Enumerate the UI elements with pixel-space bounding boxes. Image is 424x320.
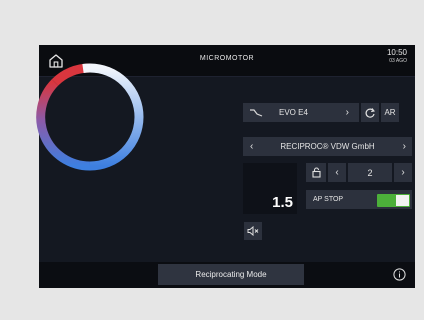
rotation-button[interactable] bbox=[361, 103, 379, 122]
speed-value: 1.5 bbox=[272, 194, 293, 211]
step-value-text: 2 bbox=[367, 167, 373, 178]
mode-button[interactable]: Reciprocating Mode bbox=[158, 264, 304, 285]
speed-gauge bbox=[36, 63, 144, 171]
step-decrement-button[interactable]: ‹ bbox=[328, 163, 346, 182]
lock-icon bbox=[311, 167, 321, 178]
chevron-left-icon: ‹ bbox=[335, 167, 339, 178]
ar-label: AR bbox=[384, 108, 396, 117]
rotation-icon bbox=[365, 107, 375, 118]
lock-button[interactable] bbox=[306, 163, 326, 182]
sound-button[interactable] bbox=[244, 222, 262, 240]
clock-time: 10:50 bbox=[386, 48, 407, 57]
ap-stop-label: AP STOP bbox=[313, 196, 344, 203]
gauge-arc-right bbox=[89, 63, 144, 171]
chevron-right-icon: › bbox=[401, 167, 405, 178]
step-increment-button[interactable]: › bbox=[394, 163, 412, 182]
chevron-right-icon[interactable]: › bbox=[403, 141, 406, 152]
toggle-knob bbox=[396, 195, 409, 206]
gauge-arc-left bbox=[36, 79, 91, 171]
info-icon[interactable] bbox=[393, 268, 406, 281]
chevron-right-icon[interactable]: › bbox=[346, 107, 349, 118]
gauge-arc-top-white bbox=[82, 63, 91, 73]
chevron-left-icon[interactable]: ‹ bbox=[250, 141, 253, 152]
file-instrument-icon bbox=[250, 108, 263, 117]
clock-date: 03 AGO bbox=[389, 58, 407, 64]
clock: 10:50 03 AGO bbox=[387, 48, 407, 64]
ap-stop-toggle[interactable] bbox=[377, 194, 410, 207]
file-system-name: RECIPROC® VDW GmbH bbox=[280, 142, 375, 151]
speed-display[interactable]: 1.5 bbox=[243, 163, 297, 214]
instrument-name: EVO E4 bbox=[279, 108, 308, 117]
page-title: MICROMOTOR bbox=[199, 55, 255, 62]
instrument-selector[interactable]: EVO E4 › bbox=[243, 103, 359, 122]
bottom-bar: Reciprocating Mode bbox=[39, 262, 415, 288]
ar-button[interactable]: AR bbox=[381, 103, 399, 122]
file-system-selector[interactable]: ‹ RECIPROC® VDW GmbH › bbox=[243, 137, 412, 156]
sound-off-icon bbox=[247, 226, 259, 236]
step-value: 2 bbox=[348, 163, 392, 182]
mode-label: Reciprocating Mode bbox=[195, 270, 267, 279]
